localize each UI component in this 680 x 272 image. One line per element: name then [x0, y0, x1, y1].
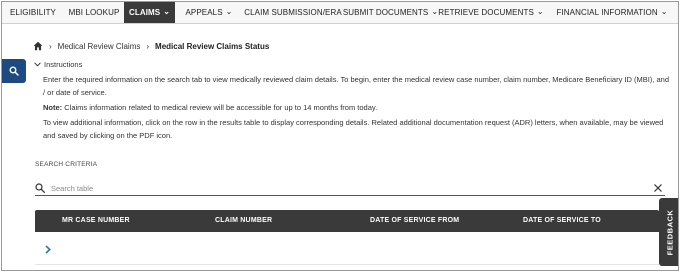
instructions-toggle[interactable]: Instructions	[34, 60, 82, 69]
search-icon	[9, 66, 19, 76]
feedback-label: FEEDBACK	[665, 209, 675, 255]
nav-item-eligibility[interactable]: ELIGIBILITY	[2, 2, 64, 23]
column-header-date-of-service-from[interactable]: DATE OF SERVICE FROM	[370, 210, 459, 232]
nav-item-claims[interactable]: CLAIMS ⌄	[124, 2, 175, 23]
chevron-down-icon: ⌄	[431, 6, 439, 16]
search-input[interactable]	[51, 182, 641, 194]
nav-label: SUBMIT DOCUMENTS	[342, 8, 429, 17]
nav-item-appeals[interactable]: APPEALS ⌄	[175, 2, 243, 23]
chevron-down-icon: ⌄	[225, 6, 233, 16]
side-search-button[interactable]	[2, 59, 26, 83]
feedback-button[interactable]: FEEDBACK	[659, 198, 678, 266]
breadcrumb-current: Medical Review Claims Status	[155, 41, 270, 51]
chevron-right-icon[interactable]	[44, 245, 52, 254]
nav-label: CLAIMS	[128, 8, 161, 17]
search-icon	[35, 183, 45, 193]
instructions-text: Enter the required information on the se…	[43, 75, 669, 97]
nav-item-retrieve-documents[interactable]: RETRIEVE DOCUMENTS ⌄	[438, 2, 544, 23]
nav-label: FINANCIAL INFORMATION	[556, 8, 658, 17]
instructions-text: To view additional information, click on…	[43, 118, 664, 140]
column-header-claim-number[interactable]: CLAIM NUMBER	[215, 210, 272, 232]
nav-item-submit-documents[interactable]: SUBMIT DOCUMENTS ⌄	[343, 2, 438, 23]
search-criteria-label: SEARCH CRITERIA	[35, 161, 98, 168]
chevron-right-icon: ›	[146, 41, 150, 51]
top-navigation: ELIGIBILITY MBI LOOKUP CLAIMS ⌄ APPEALS …	[2, 2, 678, 24]
chevron-down-icon: ⌄	[163, 6, 171, 16]
app-frame: ELIGIBILITY MBI LOOKUP CLAIMS ⌄ APPEALS …	[1, 1, 679, 271]
breadcrumb-link-medical-review-claims[interactable]: Medical Review Claims	[58, 42, 141, 51]
note-label: Note:	[43, 103, 63, 112]
chevron-down-icon: ⌄	[536, 6, 544, 16]
nav-label: APPEALS	[185, 8, 223, 17]
table-row[interactable]	[35, 233, 659, 265]
nav-item-claim-submission-era[interactable]: CLAIM SUBMISSION/ERA	[243, 2, 343, 23]
instructions-body: Enter the required information on the se…	[43, 73, 669, 144]
instructions-note: Note: Claims information related to medi…	[43, 101, 669, 114]
instructions-label: Instructions	[44, 60, 83, 69]
note-text: Claims information related to medical re…	[62, 103, 378, 112]
nav-label: CLAIM SUBMISSION/ERA	[244, 8, 342, 17]
nav-label: MBI LOOKUP	[68, 8, 120, 17]
column-header-mr-case-number[interactable]: MR CASE NUMBER	[62, 210, 130, 232]
breadcrumb: › Medical Review Claims › Medical Review…	[33, 40, 269, 52]
nav-item-financial-information[interactable]: FINANCIAL INFORMATION ⌄	[544, 2, 678, 23]
nav-label: RETRIEVE DOCUMENTS	[438, 8, 534, 17]
home-icon[interactable]	[33, 41, 43, 51]
column-header-date-of-service-to[interactable]: DATE OF SERVICE TO	[523, 210, 601, 232]
close-icon[interactable]	[653, 183, 663, 193]
nav-item-mbi-lookup[interactable]: MBI LOOKUP	[64, 2, 124, 23]
search-row	[35, 182, 665, 196]
nav-label: ELIGIBILITY	[9, 8, 56, 17]
chevron-right-icon: ›	[49, 41, 52, 51]
chevron-down-icon: ⌄	[660, 6, 668, 16]
table-header: MR CASE NUMBER CLAIM NUMBER DATE OF SERV…	[35, 210, 659, 232]
chevron-down-icon	[34, 62, 41, 67]
